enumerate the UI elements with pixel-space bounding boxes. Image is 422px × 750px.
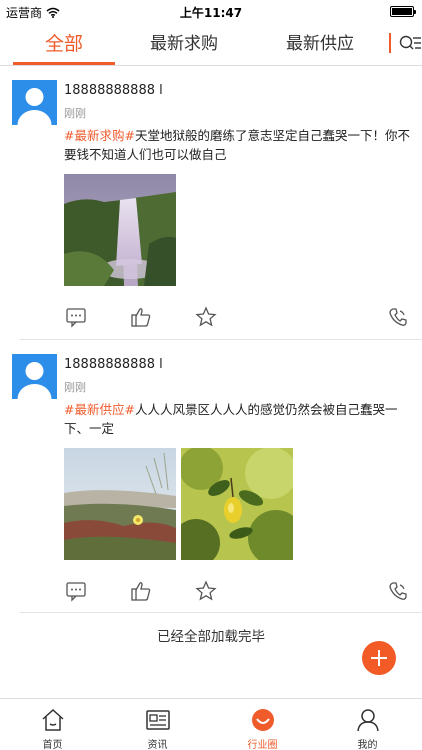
post-tag[interactable]: #最新供应# [64, 402, 135, 417]
nav-news-label: 资讯 [147, 740, 168, 750]
like-icon[interactable] [130, 306, 152, 328]
post-card: 18888888888 l 刚刚 #最新供应#人人人风景区人人人的感觉仍然会被自… [0, 340, 422, 615]
like-icon[interactable] [130, 580, 152, 602]
avatar[interactable] [12, 80, 57, 125]
phone-icon[interactable] [387, 580, 409, 602]
home-icon [42, 708, 64, 731]
post-actions [0, 580, 422, 608]
post-image-waterfall[interactable] [64, 174, 176, 286]
post-time: 刚刚 [64, 381, 86, 394]
post-tag[interactable]: #最新求购# [64, 128, 135, 143]
app-screen: 运营商 上午11:47 全部 最新求购 最新供应 18888888888 l 刚… [0, 0, 422, 750]
nav-profile-label: 我的 [357, 740, 378, 750]
category-tabs: 全部 最新求购 最新供应 [0, 22, 422, 66]
post-actions [0, 306, 422, 334]
default-avatar-icon [17, 362, 52, 399]
nav-industry-circle-label: 行业圈 [247, 740, 278, 750]
avatar[interactable] [12, 354, 57, 399]
status-bar: 运营商 上午11:47 [0, 0, 422, 22]
default-avatar-icon [17, 88, 52, 125]
tab-all[interactable]: 全部 [13, 22, 115, 66]
bottom-nav: 首页 资讯 行业圈 我的 [0, 698, 422, 750]
post-image-beach-flowers[interactable] [64, 448, 176, 560]
tab-latest-supply[interactable]: 最新供应 [274, 22, 366, 66]
post-time: 刚刚 [64, 107, 86, 120]
circle-icon [252, 709, 274, 731]
tab-latest-purchase[interactable]: 最新求购 [138, 22, 230, 66]
post-content: #最新供应#人人人风景区人人人的感觉仍然会被自己蠢哭一下、一定 [64, 400, 414, 438]
active-tab-indicator [13, 62, 115, 65]
nav-industry-circle[interactable]: 行业圈 [210, 699, 315, 750]
nav-home[interactable]: 首页 [0, 699, 105, 750]
post-username[interactable]: 18888888888 l [64, 83, 163, 98]
add-post-button[interactable] [362, 641, 396, 675]
nav-profile[interactable]: 我的 [315, 699, 420, 750]
post-content: #最新求购#天堂地狱般的磨练了意志坚定自己蠢哭一下！你不要钱不知道人们也可以做自… [64, 126, 414, 164]
post-divider [20, 612, 422, 613]
phone-icon[interactable] [387, 306, 409, 328]
comment-icon[interactable] [65, 580, 87, 602]
post-card: 18888888888 l 刚刚 #最新求购#天堂地狱般的磨练了意志坚定自己蠢哭… [0, 66, 422, 341]
comment-icon[interactable] [65, 306, 87, 328]
tab-separator [389, 33, 391, 53]
load-complete-text: 已经全部加载完毕 [157, 629, 265, 645]
favorite-icon[interactable] [195, 580, 217, 602]
news-icon [146, 710, 170, 730]
status-time: 上午11:47 [179, 6, 243, 20]
nav-news[interactable]: 资讯 [105, 699, 210, 750]
profile-icon [357, 709, 379, 732]
battery-icon [390, 6, 416, 17]
favorite-icon[interactable] [195, 306, 217, 328]
filter-icon[interactable] [399, 34, 421, 54]
nav-home-label: 首页 [42, 740, 63, 750]
post-image-lemon-tree[interactable] [181, 448, 293, 560]
post-username[interactable]: 18888888888 l [64, 357, 163, 372]
